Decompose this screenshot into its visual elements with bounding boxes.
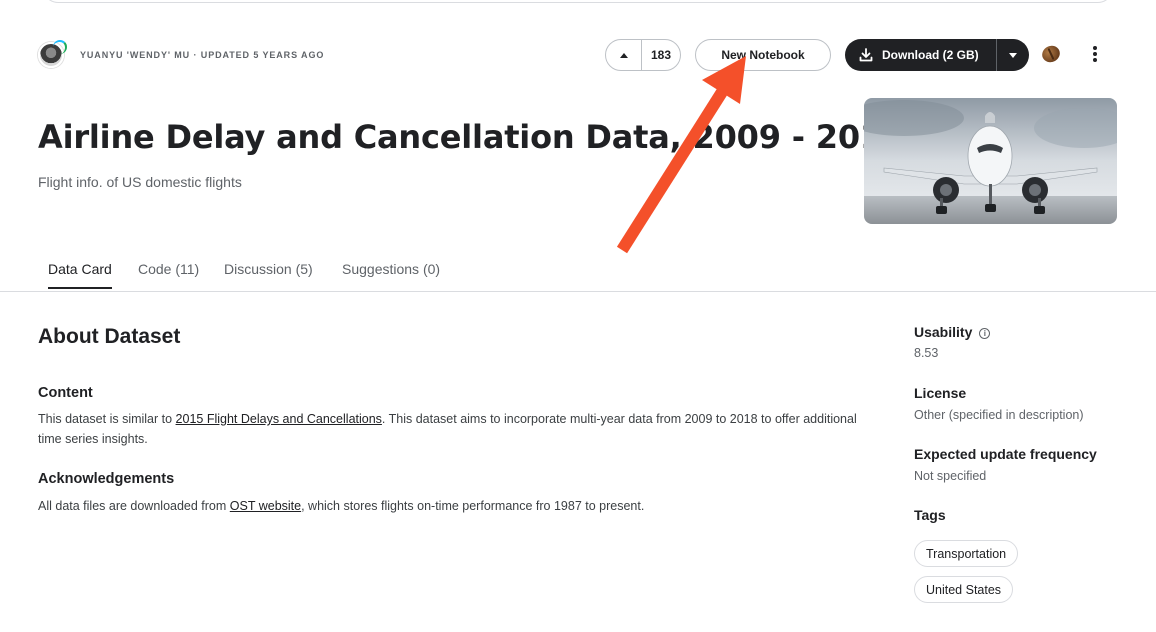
avatar[interactable] — [38, 40, 67, 68]
updated-label: UPDATED 5 YEARS AGO — [200, 50, 325, 60]
content-text-pre: This dataset is similar to — [38, 412, 176, 426]
ack-text-post: , which stores flights on-time performan… — [301, 499, 645, 513]
about-heading: About Dataset — [38, 325, 181, 348]
download-icon — [859, 48, 873, 62]
frequency-value: Not specified — [914, 469, 987, 483]
download-label: Download (2 GB) — [882, 48, 979, 62]
usability-heading: Usability i — [914, 324, 991, 340]
content-heading: Content — [38, 385, 93, 401]
coffee-bean-icon[interactable] — [1039, 42, 1063, 66]
tab-bar: Data Card Code (11) Discussion (5) Sugge… — [0, 252, 1156, 292]
tag-chip[interactable]: Transportation — [914, 540, 1019, 567]
usability-label: Usability — [914, 324, 973, 340]
content-paragraph: This dataset is similar to 2015 Flight D… — [38, 409, 878, 449]
dot — [1093, 52, 1097, 56]
upvote-button[interactable] — [606, 40, 642, 70]
owner-row: YUANYU 'WENDY' MU · UPDATED 5 YEARS AGO — [38, 40, 324, 70]
dot — [1093, 58, 1097, 62]
more-vert-icon[interactable] — [1085, 44, 1105, 64]
download-dropdown-button[interactable] — [997, 39, 1029, 71]
tag-chip[interactable]: United States — [914, 576, 1014, 603]
caret-up-icon — [619, 52, 628, 58]
ost-website-link[interactable]: OST website — [230, 499, 301, 513]
frequency-heading: Expected update frequency — [914, 446, 1097, 462]
download-button-group: Download (2 GB) — [845, 39, 1029, 71]
tab-suggestions[interactable]: Suggestions (0) — [342, 261, 440, 287]
acknowledgements-paragraph: All data files are downloaded from OST w… — [38, 496, 878, 516]
license-heading: License — [914, 385, 967, 401]
cover-image — [864, 98, 1117, 224]
search-bar[interactable] — [42, 0, 1114, 3]
new-notebook-button[interactable]: New Notebook — [695, 39, 831, 71]
tab-discussion[interactable]: Discussion (5) — [224, 261, 313, 287]
download-button[interactable]: Download (2 GB) — [845, 39, 997, 71]
vote-count: 183 — [650, 48, 672, 62]
acknowledgements-heading: Acknowledgements — [38, 471, 175, 487]
owner-info: YUANYU 'WENDY' MU · UPDATED 5 YEARS AGO — [80, 50, 324, 60]
dataset-title: Airline Delay and Cancellation Data, 200… — [38, 118, 905, 156]
owner-name[interactable]: YUANYU 'WENDY' MU — [80, 50, 190, 60]
usability-value: 8.53 — [914, 346, 939, 360]
info-icon[interactable]: i — [979, 328, 991, 339]
dot — [1093, 46, 1097, 50]
flight-delays-link[interactable]: 2015 Flight Delays and Cancellations — [176, 412, 382, 426]
tab-code[interactable]: Code (11) — [138, 261, 199, 287]
progress-ring — [53, 40, 67, 54]
ack-text-pre: All data files are downloaded from — [38, 499, 230, 513]
dataset-subtitle: Flight info. of US domestic flights — [38, 174, 242, 190]
tab-data-card[interactable]: Data Card — [48, 261, 112, 289]
upvote-widget: 183 — [605, 39, 681, 71]
owner-separator: · — [190, 50, 201, 60]
tags-heading: Tags — [914, 507, 946, 523]
caret-down-icon — [1009, 52, 1017, 58]
license-value: Other (specified in description) — [914, 408, 1084, 422]
red-arrow-annotation — [616, 56, 746, 254]
